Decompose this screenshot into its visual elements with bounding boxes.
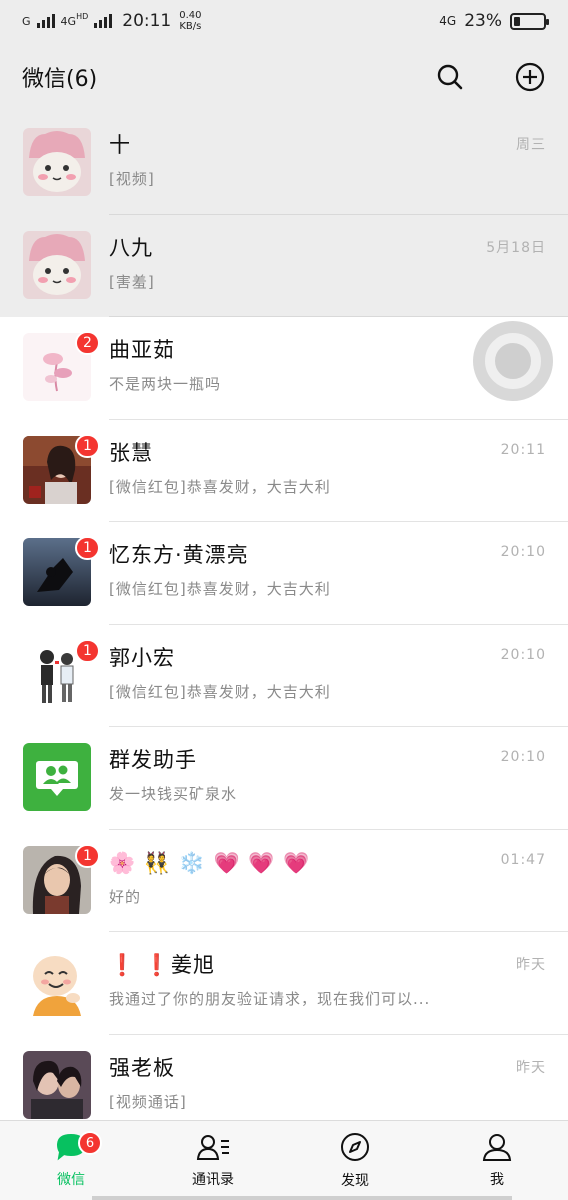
chat-row[interactable]: 1 🌸 👯 ❄️ 💗 💗 💗 好的 01:47 [0, 829, 568, 932]
search-icon[interactable] [434, 61, 466, 93]
status-bar: G 4G HD 20:11 0.40 KB/s 4G 23% [0, 0, 568, 42]
chat-name: 八九 [109, 235, 153, 260]
speed-value: 0.40 [179, 10, 202, 21]
chat-last-message: 不是两块一瓶吗 [109, 375, 222, 393]
chat-last-message: [视频] [109, 170, 155, 188]
chat-time: 20:10 [500, 646, 546, 663]
chat-name: ❗ ❗姜旭 [109, 953, 215, 977]
avatar[interactable] [23, 948, 91, 1016]
chat-row-body: 忆东方·黄漂亮 [微信红包]恭喜发财，大吉大利 [109, 540, 546, 599]
title-bar: 微信(6) [0, 42, 568, 112]
chat-row-body: 张慧 [微信红包]恭喜发财，大吉大利 [109, 438, 546, 497]
chat-last-message: [微信红包]恭喜发财，大吉大利 [109, 682, 331, 701]
tab-discover[interactable]: 发现 [284, 1121, 426, 1200]
chat-last-message: 好的 [109, 887, 142, 906]
tab-label: 发现 [341, 1173, 369, 1189]
chat-row[interactable]: 群发助手 发一块钱买矿泉水 20:10 [0, 727, 568, 830]
signal-icon-2 [94, 14, 113, 28]
tab-unread-badge: 6 [78, 1131, 102, 1155]
page-title: 微信(6) [22, 67, 98, 92]
carrier-2-sup: HD [76, 12, 89, 21]
tab-contacts[interactable]: 通讯录 [142, 1121, 284, 1200]
chat-row[interactable]: 1 郭小宏 [微信红包]恭喜发财，大吉大利 20:10 [0, 624, 568, 727]
unread-badge: 1 [75, 433, 100, 458]
tab-chats[interactable]: 微信 6 [0, 1121, 142, 1200]
plus-circle-icon[interactable] [514, 61, 546, 93]
chat-row[interactable]: 十 [视频] 周三 [0, 112, 568, 215]
chat-row-body: 郭小宏 [微信红包]恭喜发财，大吉大利 [109, 643, 546, 702]
chat-row[interactable]: 八九 [害羞] 5月18日 [0, 214, 568, 317]
unread-badge: 1 [75, 843, 100, 868]
avatar[interactable] [23, 1050, 91, 1119]
status-time: 20:11 [122, 11, 172, 31]
chat-row[interactable]: 1 忆东方·黄漂亮 [微信红包]恭喜发财，大吉大利 20:10 [0, 522, 568, 625]
unread-badge: 1 [75, 536, 100, 560]
network-type: 4G [439, 14, 457, 28]
chat-time: 20:10 [500, 544, 546, 560]
avatar[interactable] [23, 128, 91, 196]
chat-row[interactable]: ❗ ❗姜旭 我通过了你的朋友验证请求，现在我们可以... 昨天 [0, 932, 568, 1035]
chat-time: 昨天 [516, 957, 546, 973]
battery-percent: 23% [464, 11, 502, 31]
chat-name: 🌸 👯 ❄️ 💗 💗 💗 [109, 850, 311, 875]
chat-row-body: 群发助手发一块钱买矿泉水 [109, 745, 546, 804]
tab-me[interactable]: 我 [426, 1121, 568, 1200]
chat-last-message: [害羞] [109, 272, 155, 291]
home-indicator [92, 1196, 512, 1200]
chat-row[interactable]: 1 张慧 [微信红包]恭喜发财，大吉大利 20:11 [0, 419, 568, 522]
chat-row-body: 🌸 👯 ❄️ 💗 💗 💗 好的 [109, 848, 546, 907]
tab-label: 我 [490, 1172, 504, 1188]
tab-bar: 微信 6 通讯录 发现 我 [0, 1120, 568, 1200]
chat-row-body: ❗ ❗姜旭我通过了你的朋友验证请求，现在我们可以... [109, 950, 546, 1009]
signal-icon [36, 14, 55, 28]
chat-last-message: [视频通话] [109, 1092, 187, 1111]
avatar[interactable] [23, 230, 91, 299]
contacts-icon [195, 1132, 231, 1166]
chat-last-message: 发一块钱买矿泉水 [109, 785, 238, 803]
chat-time: 昨天 [516, 1059, 546, 1076]
person-icon [481, 1132, 513, 1166]
carrier-2: 4G [60, 14, 77, 28]
chat-name: 郭小宏 [109, 645, 175, 670]
chat-row-body: 八九 [害羞] [109, 233, 546, 292]
chat-list[interactable]: 十[视频]周三八九[害羞]5月18日2曲亚茹不是两块一瓶吗20:111张慧[微信… [0, 112, 568, 1120]
unread-badge: 1 [75, 638, 100, 663]
network-speed: 0.40 KB/s [179, 10, 201, 32]
chat-name: 张慧 [109, 440, 153, 465]
tab-label: 微信 [57, 1172, 85, 1188]
chat-last-message: [微信红包]恭喜发财，大吉大利 [109, 477, 331, 496]
chat-time: 20:10 [500, 749, 546, 765]
unread-badge: 2 [75, 331, 100, 355]
chat-name: 十 [109, 133, 131, 157]
chat-row-body: 强老板 [视频通话] [109, 1053, 546, 1112]
avatar[interactable] [23, 743, 91, 811]
floating-assist-button[interactable] [473, 321, 553, 401]
speed-unit: KB/s [179, 21, 202, 32]
chat-name: 群发助手 [109, 748, 197, 772]
chat-last-message: 我通过了你的朋友验证请求，现在我们可以... [109, 990, 431, 1008]
chat-last-message: [微信红包]恭喜发财，大吉大利 [109, 580, 331, 598]
chat-time: 20:11 [500, 441, 546, 458]
battery-icon [510, 12, 549, 30]
chat-time: 周三 [516, 137, 546, 153]
chat-row-body: 十 [视频] [109, 130, 546, 189]
chat-time: 01:47 [500, 851, 546, 868]
carrier-1: G [22, 14, 31, 28]
chat-name: 强老板 [109, 1055, 175, 1080]
chat-name: 忆东方·黄漂亮 [109, 543, 249, 567]
chat-row[interactable]: 强老板 [视频通话] 昨天 [0, 1034, 568, 1120]
compass-icon [339, 1131, 371, 1167]
chat-time: 5月18日 [486, 239, 546, 256]
tab-label: 通讯录 [192, 1172, 234, 1188]
